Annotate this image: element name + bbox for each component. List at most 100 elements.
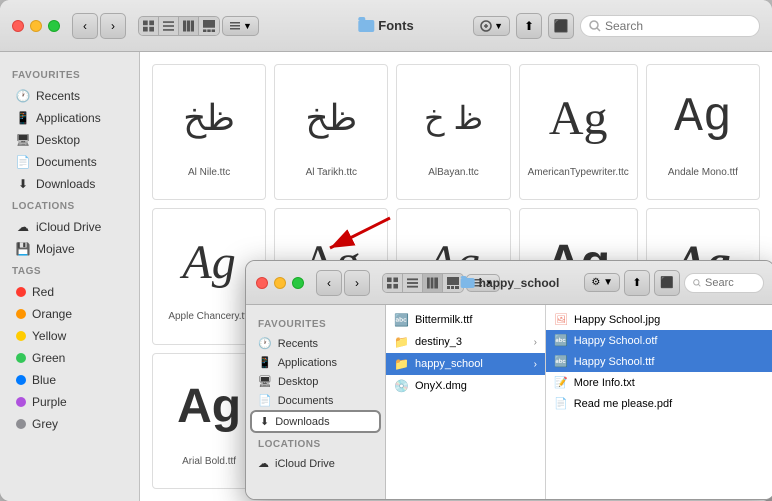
second-locations-label: Locations — [246, 433, 385, 454]
sidebar-item-tag-orange[interactable]: Orange — [4, 303, 135, 325]
forward-button[interactable]: › — [100, 13, 126, 39]
desktop-icon: 🖥 — [16, 133, 30, 147]
minimize-button[interactable] — [30, 20, 42, 32]
second-share-button[interactable]: ⬆ — [624, 270, 650, 296]
sidebar: Favourites 🕐 Recents 📱 Applications 🖥 De… — [0, 52, 140, 501]
icon-view-btn[interactable] — [139, 17, 159, 35]
second-maximize-button[interactable] — [292, 277, 304, 289]
view-options-dropdown[interactable]: ▼ — [222, 16, 259, 36]
dmg-icon: 💿 — [394, 379, 409, 393]
font-name: Andale Mono.ttf — [668, 167, 738, 178]
font-preview: ظخ — [286, 73, 376, 163]
tag-dot-green — [16, 353, 26, 363]
right-item-txt[interactable]: 📝 More Info.txt — [546, 372, 772, 393]
sidebar-item-tag-blue[interactable]: Blue — [4, 369, 135, 391]
font-preview: ظ خ — [409, 73, 499, 163]
right-item-jpg[interactable]: 🖼 Happy School.jpg — [546, 309, 772, 330]
sidebar-item-tag-green[interactable]: Green — [4, 347, 135, 369]
font-otf-icon: 🔤 — [554, 334, 568, 347]
back-button[interactable]: ‹ — [72, 13, 98, 39]
tag-dot-yellow — [16, 331, 26, 341]
second-list-view-btn[interactable] — [403, 274, 423, 292]
font-name: Al Tarikh.ttc — [306, 167, 358, 178]
sidebar-item-icloud[interactable]: ☁ iCloud Drive — [4, 216, 135, 238]
second-sidebar: Favourites 🕐 Recents 📱 Applications 🖥 De… — [246, 305, 386, 500]
second-sidebar-documents[interactable]: 📄 Documents — [250, 391, 381, 410]
search-input[interactable] — [605, 19, 745, 33]
right-panel: 🖼 Happy School.jpg 🔤 Happy School.otf 🔤 … — [546, 305, 772, 500]
sidebar-item-tag-purple[interactable]: Purple — [4, 391, 135, 413]
font-name: AmericanTypewriter.ttc — [528, 167, 629, 178]
right-item-pdf[interactable]: 📄 Read me please.pdf — [546, 393, 772, 414]
second-sidebar-downloads[interactable]: ⬇ Downloads — [250, 410, 381, 433]
maximize-button[interactable] — [48, 20, 60, 32]
chevron-selected: › — [534, 359, 537, 370]
file-item-happy-school[interactable]: 📁 happy_school › — [386, 353, 545, 375]
locations-label: Locations — [0, 195, 139, 216]
right-item-otf[interactable]: 🔤 Happy School.otf — [546, 330, 772, 351]
watermark: wxsdn.com — [728, 488, 768, 497]
second-action-dropdown[interactable]: ⚙ ▼ — [584, 273, 620, 292]
font-item-andale-mono[interactable]: Ag Andale Mono.ttf — [646, 64, 760, 200]
sidebar-item-applications[interactable]: 📱 Applications — [4, 107, 135, 129]
second-sidebar-desktop[interactable]: 🖥 Desktop — [250, 372, 381, 391]
second-forward-button[interactable]: › — [344, 270, 370, 296]
sidebar-item-downloads[interactable]: ⬇ Downloads — [4, 173, 135, 195]
second-sidebar-recents[interactable]: 🕐 Recents — [250, 334, 381, 353]
second-finder-body: Favourites 🕐 Recents 📱 Applications 🖥 De… — [246, 305, 772, 500]
tag-dot-grey — [16, 419, 26, 429]
font-item-albayan[interactable]: ظ خ AlBayan.ttc — [396, 64, 510, 200]
sidebar-item-tag-red[interactable]: Red — [4, 281, 135, 303]
applications-icon: 📱 — [16, 111, 30, 125]
sidebar-item-mojave[interactable]: 💾 Mojave — [4, 238, 135, 260]
font-item-americantypewriter[interactable]: Ag AmericanTypewriter.ttc — [519, 64, 638, 200]
list-view-btn[interactable] — [159, 17, 179, 35]
icloud-icon-2: ☁ — [258, 457, 269, 470]
second-sidebar-icloud[interactable]: ☁ iCloud Drive — [250, 454, 381, 473]
sidebar-item-tag-grey[interactable]: Grey — [4, 413, 135, 435]
gallery-view-btn[interactable] — [199, 17, 219, 35]
second-minimize-button[interactable] — [274, 277, 286, 289]
second-sidebar-applications[interactable]: 📱 Applications — [250, 353, 381, 372]
close-button[interactable] — [12, 20, 24, 32]
folder-icon-small: 📁 — [394, 335, 409, 349]
file-item-destiny3[interactable]: 📁 destiny_3 › — [386, 331, 545, 353]
share-button[interactable]: ⬆ — [516, 13, 542, 39]
text-icon: 📝 — [554, 376, 568, 389]
file-list-panel: 🔤 Bittermilk.ttf 📁 destiny_3 › 📁 happy_s… — [386, 305, 546, 500]
second-search-icon — [693, 278, 701, 288]
font-preview: Ag — [164, 217, 254, 307]
action-dropdown[interactable]: ▼ — [473, 16, 510, 36]
downloads-icon: ⬇ — [16, 177, 30, 191]
search-icon — [589, 20, 601, 32]
file-item-onyx[interactable]: 💿 OnyX.dmg — [386, 375, 545, 397]
nav-buttons: ‹ › — [72, 13, 126, 39]
column-view-btn[interactable] — [179, 17, 199, 35]
second-column-view-btn[interactable] — [423, 274, 443, 292]
second-back-button[interactable]: ‹ — [316, 270, 342, 296]
tag-dot-blue — [16, 375, 26, 385]
chevron-icon: › — [534, 337, 537, 348]
second-finder-window: ‹ › ▼ — [245, 260, 772, 500]
font-ttf-icon: 🔤 — [554, 355, 568, 368]
second-traffic-lights — [256, 277, 304, 289]
second-tags-button[interactable]: ⬛ — [654, 270, 680, 296]
second-icon-view-btn[interactable] — [383, 274, 403, 292]
right-item-ttf[interactable]: 🔤 Happy School.ttf — [546, 351, 772, 372]
second-search-input[interactable] — [705, 277, 755, 289]
sidebar-item-documents[interactable]: 📄 Documents — [4, 151, 135, 173]
tag-dot-purple — [16, 397, 26, 407]
sidebar-item-tag-yellow[interactable]: Yellow — [4, 325, 135, 347]
tags-button[interactable]: ⬛ — [548, 13, 574, 39]
sidebar-item-recents[interactable]: 🕐 Recents — [4, 85, 135, 107]
documents-icon-2: 📄 — [258, 394, 272, 407]
tag-dot-orange — [16, 309, 26, 319]
file-item-bittermilk[interactable]: 🔤 Bittermilk.ttf — [386, 309, 545, 331]
font-file-icon: 🔤 — [394, 313, 409, 327]
font-item-al-nile[interactable]: ظخ Al Nile.ttc — [152, 64, 266, 200]
second-close-button[interactable] — [256, 277, 268, 289]
font-item-al-tarikh[interactable]: ظخ Al Tarikh.ttc — [274, 64, 388, 200]
sidebar-item-desktop[interactable]: 🖥 Desktop — [4, 129, 135, 151]
font-name: Apple Chancery.ttf — [168, 311, 250, 322]
applications-icon-2: 📱 — [258, 356, 272, 369]
